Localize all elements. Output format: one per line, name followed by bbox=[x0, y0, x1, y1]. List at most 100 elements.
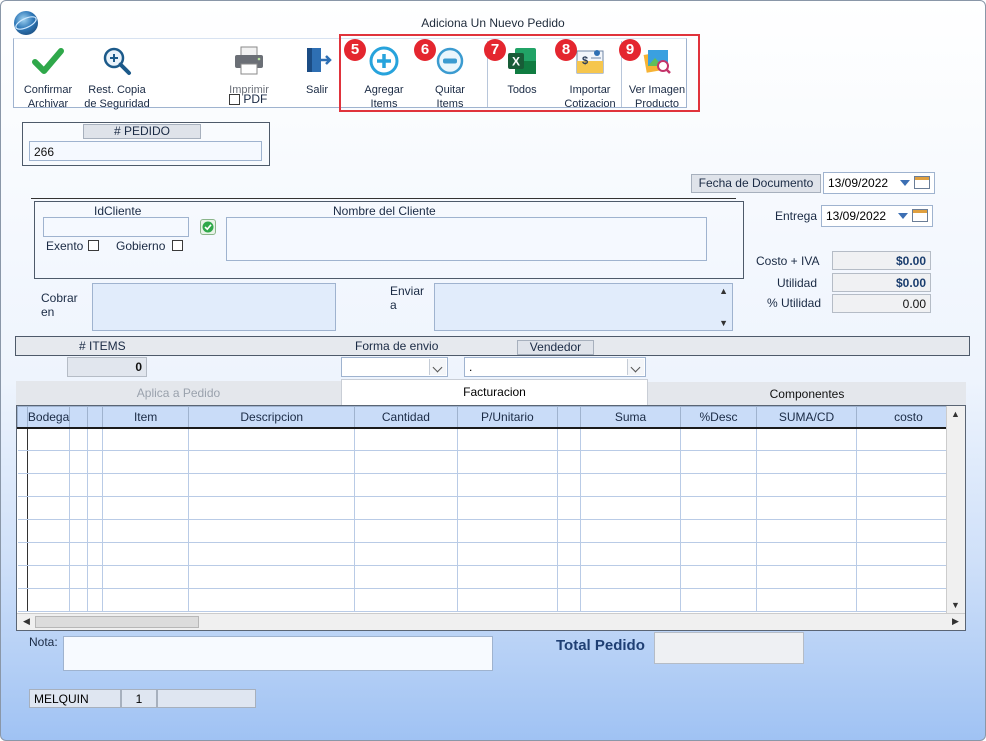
table-cell[interactable] bbox=[69, 565, 89, 589]
column-header[interactable]: SUMA/CD bbox=[755, 406, 858, 429]
table-cell[interactable] bbox=[756, 588, 858, 612]
table-cell[interactable] bbox=[756, 450, 858, 474]
table-cell[interactable] bbox=[188, 496, 356, 520]
chevron-down-icon[interactable] bbox=[429, 359, 446, 375]
table-row[interactable] bbox=[17, 473, 965, 497]
row-selector[interactable] bbox=[17, 450, 28, 474]
tab-billing[interactable]: Facturacion bbox=[341, 379, 648, 406]
table-cell[interactable] bbox=[856, 519, 961, 543]
table-cell[interactable] bbox=[69, 450, 89, 474]
table-cell[interactable] bbox=[680, 496, 757, 520]
table-cell[interactable] bbox=[188, 565, 356, 589]
column-header[interactable]: costo bbox=[856, 406, 961, 429]
table-cell[interactable] bbox=[580, 427, 682, 451]
shipping-method-select[interactable] bbox=[341, 357, 448, 377]
government-checkbox[interactable] bbox=[172, 240, 183, 251]
table-cell[interactable] bbox=[188, 427, 356, 451]
confirm-archive-button[interactable]: Confirmar Archivar bbox=[19, 45, 77, 111]
table-cell[interactable] bbox=[457, 588, 559, 612]
table-cell[interactable] bbox=[69, 496, 89, 520]
table-cell[interactable] bbox=[27, 519, 71, 543]
table-cell[interactable] bbox=[354, 450, 458, 474]
table-cell[interactable] bbox=[756, 427, 858, 451]
send-to-field[interactable]: ▲ ▼ bbox=[434, 283, 733, 331]
document-date-picker[interactable]: 13/09/2022 bbox=[823, 172, 935, 194]
table-cell[interactable] bbox=[27, 496, 71, 520]
table-cell[interactable] bbox=[457, 519, 559, 543]
column-header[interactable]: P/Unitario bbox=[456, 406, 559, 429]
table-cell[interactable] bbox=[557, 565, 581, 589]
column-header[interactable] bbox=[87, 406, 103, 429]
table-cell[interactable] bbox=[27, 588, 71, 612]
table-cell[interactable] bbox=[102, 450, 190, 474]
table-cell[interactable] bbox=[102, 542, 190, 566]
tab-applies-to-order[interactable]: Aplica a Pedido bbox=[16, 381, 341, 405]
dropdown-arrow-icon[interactable] bbox=[898, 213, 908, 219]
table-cell[interactable] bbox=[354, 519, 458, 543]
table-cell[interactable] bbox=[27, 565, 71, 589]
charge-to-field[interactable] bbox=[92, 283, 336, 331]
table-cell[interactable] bbox=[580, 519, 682, 543]
scroll-down-icon[interactable]: ▼ bbox=[719, 318, 728, 328]
table-cell[interactable] bbox=[680, 427, 757, 451]
order-number-field[interactable]: 266 bbox=[29, 141, 262, 161]
calendar-icon[interactable] bbox=[914, 176, 930, 189]
table-cell[interactable] bbox=[354, 473, 458, 497]
table-cell[interactable] bbox=[188, 542, 356, 566]
row-selector[interactable] bbox=[17, 565, 28, 589]
table-cell[interactable] bbox=[87, 542, 103, 566]
table-cell[interactable] bbox=[354, 496, 458, 520]
table-cell[interactable] bbox=[188, 450, 356, 474]
table-cell[interactable] bbox=[87, 450, 103, 474]
table-row[interactable] bbox=[17, 427, 965, 451]
table-row[interactable] bbox=[17, 588, 965, 612]
table-cell[interactable] bbox=[87, 565, 103, 589]
dropdown-arrow-icon[interactable] bbox=[900, 180, 910, 186]
row-selector[interactable] bbox=[17, 519, 28, 543]
table-cell[interactable] bbox=[457, 427, 559, 451]
tab-components[interactable]: Componentes bbox=[648, 382, 966, 406]
scroll-up-icon[interactable]: ▲ bbox=[719, 286, 728, 296]
exit-button[interactable]: Salir bbox=[297, 45, 337, 97]
table-cell[interactable] bbox=[27, 542, 71, 566]
table-cell[interactable] bbox=[102, 473, 190, 497]
table-cell[interactable] bbox=[102, 588, 190, 612]
table-cell[interactable] bbox=[580, 588, 682, 612]
table-cell[interactable] bbox=[856, 496, 961, 520]
table-cell[interactable] bbox=[557, 473, 581, 497]
scroll-down-icon[interactable]: ▼ bbox=[947, 598, 964, 613]
table-cell[interactable] bbox=[457, 450, 559, 474]
table-cell[interactable] bbox=[756, 519, 858, 543]
table-cell[interactable] bbox=[557, 542, 581, 566]
table-cell[interactable] bbox=[457, 542, 559, 566]
table-cell[interactable] bbox=[354, 427, 458, 451]
vertical-scrollbar[interactable]: ▲ ▼ bbox=[946, 406, 965, 614]
table-cell[interactable] bbox=[557, 450, 581, 474]
column-header[interactable]: Item bbox=[101, 406, 190, 429]
table-cell[interactable] bbox=[27, 427, 71, 451]
note-field[interactable] bbox=[63, 636, 493, 671]
table-cell[interactable] bbox=[188, 519, 356, 543]
row-selector[interactable] bbox=[17, 473, 28, 497]
table-cell[interactable] bbox=[354, 588, 458, 612]
table-cell[interactable] bbox=[69, 588, 89, 612]
table-row[interactable] bbox=[17, 542, 965, 566]
table-cell[interactable] bbox=[756, 565, 858, 589]
table-row[interactable] bbox=[17, 565, 965, 589]
items-grid[interactable]: Bodega Item Descripcion Cantidad P/Unita… bbox=[16, 405, 966, 631]
client-name-field[interactable] bbox=[226, 217, 707, 261]
column-header[interactable] bbox=[69, 406, 89, 429]
horizontal-scrollbar[interactable]: ◀ ▶ bbox=[17, 613, 965, 630]
table-cell[interactable] bbox=[557, 519, 581, 543]
table-cell[interactable] bbox=[756, 496, 858, 520]
table-cell[interactable] bbox=[580, 450, 682, 474]
table-cell[interactable] bbox=[580, 496, 682, 520]
table-cell[interactable] bbox=[856, 588, 961, 612]
table-cell[interactable] bbox=[557, 427, 581, 451]
table-cell[interactable] bbox=[580, 473, 682, 497]
table-cell[interactable] bbox=[188, 473, 356, 497]
scroll-up-icon[interactable]: ▲ bbox=[947, 407, 964, 422]
table-row[interactable] bbox=[17, 496, 965, 520]
table-cell[interactable] bbox=[457, 473, 559, 497]
chevron-down-icon[interactable] bbox=[627, 359, 644, 375]
